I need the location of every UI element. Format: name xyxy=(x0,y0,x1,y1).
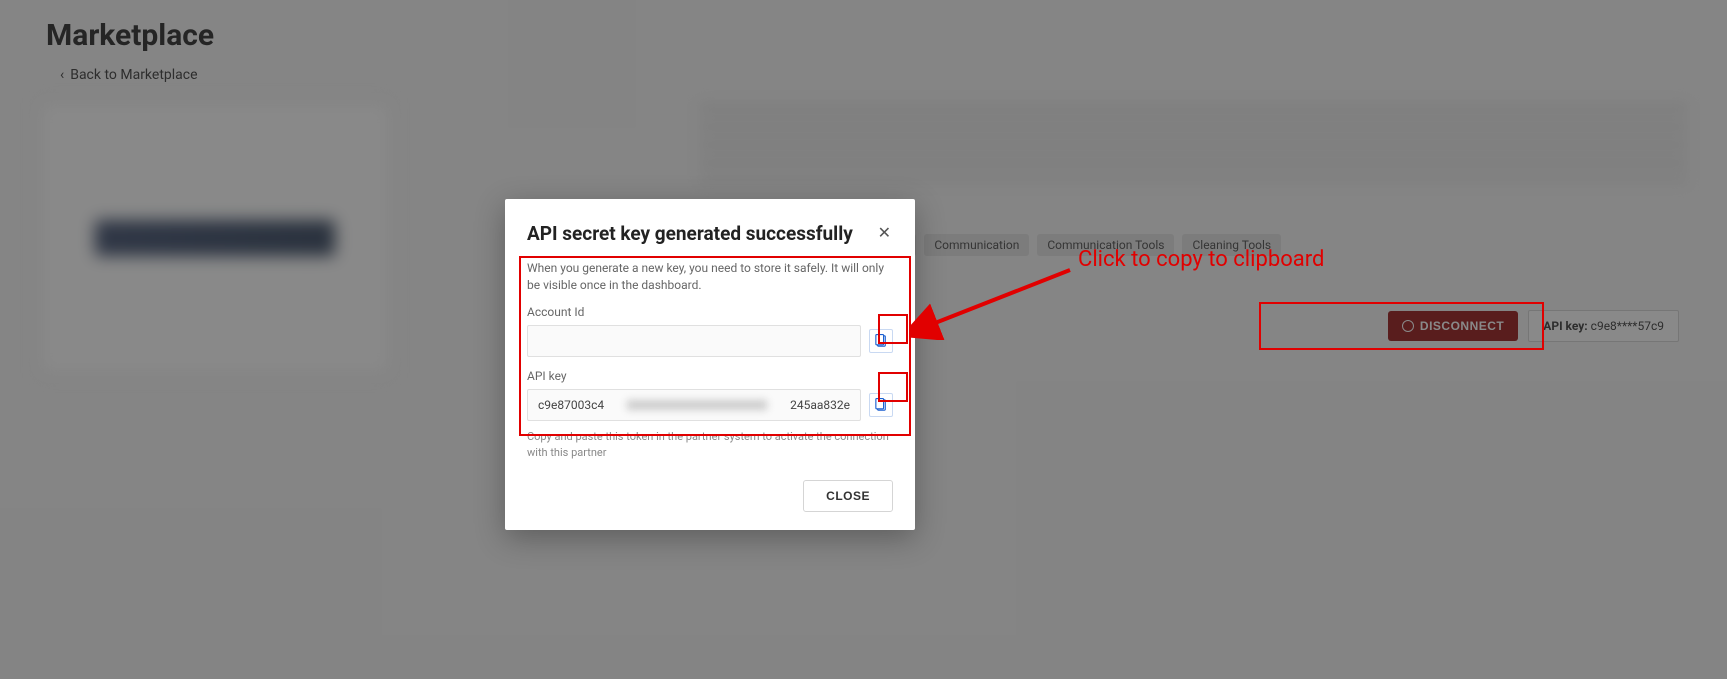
account-id-label: Account Id xyxy=(527,305,893,319)
close-button[interactable]: CLOSE xyxy=(803,480,893,512)
api-key-mid-blurred xyxy=(627,400,767,410)
modal-description: When you generate a new key, you need to… xyxy=(527,260,893,294)
api-key-right: 245aa832e xyxy=(790,398,850,412)
account-id-row xyxy=(527,325,893,357)
modal-helper-text: Copy and paste this token in the partner… xyxy=(527,429,893,460)
modal-body: When you generate a new key, you need to… xyxy=(527,260,893,460)
api-key-field-value[interactable]: c9e87003c4 245aa832e xyxy=(527,389,861,421)
clipboard-icon xyxy=(875,334,887,348)
copy-account-id-button[interactable] xyxy=(869,329,893,353)
api-key-field-label: API key xyxy=(527,369,893,383)
close-icon[interactable]: ✕ xyxy=(876,223,893,243)
api-key-modal: API secret key generated successfully ✕ … xyxy=(505,199,915,530)
api-key-row: c9e87003c4 245aa832e xyxy=(527,389,893,421)
copy-api-key-button[interactable] xyxy=(869,393,893,417)
api-key-left: c9e87003c4 xyxy=(538,398,604,412)
modal-footer: CLOSE xyxy=(527,480,893,512)
account-id-value[interactable] xyxy=(527,325,861,357)
modal-title: API secret key generated successfully xyxy=(527,223,863,246)
clipboard-icon xyxy=(875,398,887,412)
modal-header: API secret key generated successfully ✕ xyxy=(527,223,893,246)
